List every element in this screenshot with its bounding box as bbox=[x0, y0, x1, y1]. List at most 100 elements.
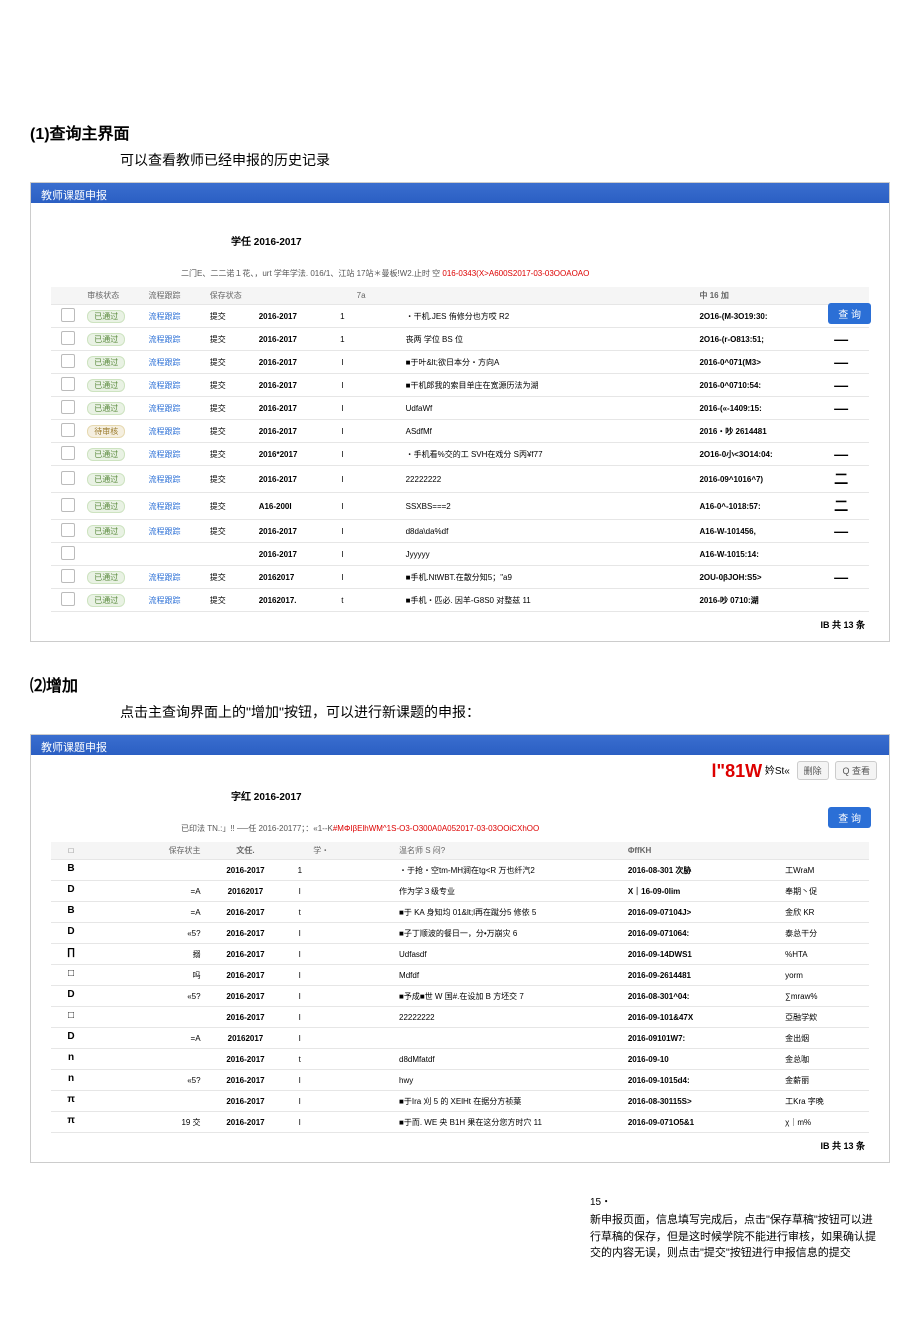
track-link[interactable]: 流程跟踪 bbox=[149, 527, 181, 536]
num-cell: I bbox=[288, 986, 311, 1007]
year-cell: 2016-2017 bbox=[203, 923, 289, 944]
track-link[interactable]: 流程跟踪 bbox=[149, 381, 181, 390]
save-status: 搦 bbox=[131, 944, 203, 965]
num-cell: I bbox=[330, 374, 354, 397]
track-link[interactable]: 流程跟踪 bbox=[149, 596, 181, 605]
row-checkbox[interactable]: n bbox=[64, 1052, 78, 1066]
row-checkbox[interactable] bbox=[61, 569, 75, 583]
date-cell: 2016-(«-1409:15: bbox=[697, 397, 832, 420]
query-button[interactable]: 查 询 bbox=[828, 303, 871, 324]
date-cell: 2016-09-10 bbox=[626, 1049, 783, 1070]
row-checkbox[interactable]: B bbox=[64, 905, 78, 919]
topic-cell: ■于 KA 身知均 01&lt;l再在蹴分5 修依 5 bbox=[397, 902, 626, 923]
row-checkbox[interactable]: □ bbox=[64, 1010, 78, 1024]
save-status bbox=[131, 860, 203, 881]
table-header: 保存状态 bbox=[208, 287, 257, 305]
table-row: n2016-2017td8dMfatdf2016-09-10金总咖 bbox=[51, 1049, 869, 1070]
table-row: 已通过流程跟踪提交2016-2017I222222222016-09^1016^… bbox=[51, 466, 869, 493]
save-status: «5? bbox=[131, 923, 203, 944]
table-row: D=A20162017I作为学３级专业X｜16-09-0lim奉期丶促 bbox=[51, 881, 869, 902]
save-status: 提交 bbox=[208, 566, 257, 589]
topic-cell: ・干机.JES 侑修分也方哎 R2 bbox=[404, 305, 624, 328]
year-cell: 2016-2017 bbox=[257, 374, 330, 397]
who-cell: 工WraM bbox=[783, 860, 869, 881]
save-status: 提交 bbox=[208, 374, 257, 397]
section-1-sub: 可以查看教师已经申报的历史记录 bbox=[120, 150, 890, 170]
row-checkbox[interactable]: π bbox=[64, 1115, 78, 1129]
row-checkbox[interactable] bbox=[61, 471, 75, 485]
table-row: 已通过流程跟踪提交20162017.t■手机・匹必. 因羊-G8S0 对整兹 1… bbox=[51, 589, 869, 612]
date-cell: A16-W-101456, bbox=[697, 520, 832, 543]
track-link[interactable]: 流程跟踪 bbox=[149, 404, 181, 413]
date-cell: 2016-09-14DWS1 bbox=[626, 944, 783, 965]
row-checkbox[interactable] bbox=[61, 377, 75, 391]
table-row: n«5?2016-2017Ihwy2016-09-1015d4:金薪丽 bbox=[51, 1070, 869, 1091]
track-link[interactable]: 流程跟踪 bbox=[149, 475, 181, 484]
track-link[interactable]: 流程跟踪 bbox=[149, 312, 181, 321]
date-cell: 2016-09-07104J> bbox=[626, 902, 783, 923]
num-cell: I bbox=[330, 566, 354, 589]
track-link[interactable]: 流程跟踪 bbox=[149, 358, 181, 367]
tail-mark: — bbox=[832, 374, 869, 397]
track-link[interactable]: 流程跟踪 bbox=[149, 427, 181, 436]
view-button[interactable]: Q 查看 bbox=[835, 761, 877, 780]
save-status: 提交 bbox=[208, 589, 257, 612]
row-checkbox[interactable]: n bbox=[64, 1073, 78, 1087]
row-checkbox[interactable]: □ bbox=[64, 968, 78, 982]
topic-cell: ASdfMf bbox=[404, 420, 624, 443]
topic-cell: SSXBS===2 bbox=[404, 493, 624, 520]
track-link[interactable]: 流程跟踪 bbox=[149, 335, 181, 344]
row-checkbox[interactable]: D bbox=[64, 926, 78, 940]
row-checkbox[interactable]: D bbox=[64, 884, 78, 898]
row-checkbox[interactable]: π bbox=[64, 1094, 78, 1108]
row-checkbox[interactable] bbox=[61, 498, 75, 512]
track-link[interactable]: 流程跟踪 bbox=[149, 573, 181, 582]
save-status bbox=[131, 1049, 203, 1070]
track-link[interactable]: 流程跟踪 bbox=[149, 502, 181, 511]
table-header: □ bbox=[51, 842, 91, 860]
table-row: 已通过流程跟踪提交2016-20171・干机.JES 侑修分也方哎 R22O16… bbox=[51, 305, 869, 328]
topic-cell: Jyyyyy bbox=[404, 543, 624, 566]
save-status: 提交 bbox=[208, 351, 257, 374]
date-cell: A16-W-1015:14: bbox=[697, 543, 832, 566]
who-cell: 工Kra 字晚 bbox=[783, 1091, 869, 1112]
row-checkbox[interactable] bbox=[61, 592, 75, 606]
row-checkbox[interactable] bbox=[61, 308, 75, 322]
row-checkbox[interactable]: D bbox=[64, 1031, 78, 1045]
row-checkbox[interactable] bbox=[61, 446, 75, 460]
date-cell: 2016-09-2614481 bbox=[626, 965, 783, 986]
row-checkbox[interactable] bbox=[61, 423, 75, 437]
tail-mark bbox=[832, 543, 869, 566]
topic-cell: 22222222 bbox=[397, 1007, 626, 1028]
table-row: 已通过流程跟踪提交2016-2017Id8da\da%dfA16-W-10145… bbox=[51, 520, 869, 543]
query-button-2[interactable]: 查 询 bbox=[828, 807, 871, 828]
who-cell: 金薪丽 bbox=[783, 1070, 869, 1091]
date-cell: 2016-09-071O5&1 bbox=[626, 1112, 783, 1133]
date-cell: A16-0^-1018:57: bbox=[697, 493, 832, 520]
row-checkbox[interactable] bbox=[61, 546, 75, 560]
table-header: 审核状态 bbox=[85, 287, 146, 305]
table-row: 已通过流程跟踪提交2016-2017I■干机郎我的索目单庄在宽源历法为湖2016… bbox=[51, 374, 869, 397]
audit-status-badge: 已通过 bbox=[87, 356, 125, 369]
num-cell: I bbox=[330, 443, 354, 466]
save-status: 提交 bbox=[208, 305, 257, 328]
num-cell: I bbox=[288, 1028, 311, 1049]
date-cell: 2016-09101W7: bbox=[626, 1028, 783, 1049]
row-checkbox[interactable] bbox=[61, 523, 75, 537]
row-checkbox[interactable] bbox=[61, 400, 75, 414]
delete-button[interactable]: 删除 bbox=[797, 761, 829, 780]
row-checkbox[interactable]: D bbox=[64, 989, 78, 1003]
who-cell: 亞融学欸 bbox=[783, 1007, 869, 1028]
row-checkbox[interactable] bbox=[61, 354, 75, 368]
table-row: 已通过流程跟踪提交2016-2017I■于叶&lt;欲日本分・方向A2016-0… bbox=[51, 351, 869, 374]
tail-mark bbox=[832, 420, 869, 443]
row-checkbox[interactable]: B bbox=[64, 863, 78, 877]
year-cell: 20162017 bbox=[257, 566, 330, 589]
row-checkbox[interactable]: ∏ bbox=[64, 947, 78, 961]
track-link[interactable]: 流程跟踪 bbox=[149, 450, 181, 459]
table-header bbox=[783, 842, 869, 860]
audit-status-badge: 已通过 bbox=[87, 448, 125, 461]
row-checkbox[interactable] bbox=[61, 331, 75, 345]
table-row: □2016-2017I222222222016-09-101&47X亞融学欸 bbox=[51, 1007, 869, 1028]
num-cell: t bbox=[330, 589, 354, 612]
